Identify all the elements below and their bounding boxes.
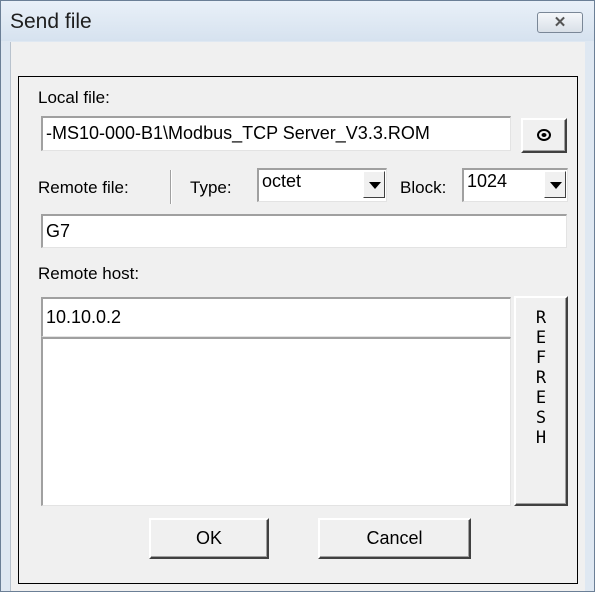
cancel-button-label: Cancel — [366, 528, 423, 548]
close-button[interactable]: ✕ — [537, 12, 583, 33]
block-label: Block: — [400, 178, 447, 197]
cancel-button[interactable]: Cancel — [318, 518, 471, 559]
remote-file-label: Remote file: — [38, 178, 129, 197]
type-select[interactable]: octet — [257, 168, 387, 202]
separator — [170, 170, 172, 204]
title-bar[interactable]: Send file ✕ — [1, 1, 594, 41]
browse-button[interactable] — [521, 118, 567, 153]
remote-host-label: Remote host: — [38, 264, 140, 283]
block-select-value: 1024 — [467, 171, 508, 191]
chevron-down-icon — [369, 182, 381, 189]
block-select[interactable]: 1024 — [462, 168, 568, 202]
local-file-label: Local file: — [38, 88, 110, 107]
type-label: Type: — [190, 178, 232, 197]
type-select-value: octet — [262, 171, 302, 191]
local-file-input[interactable]: -MS10-000-B1\Modbus_TCP Server_V3.3.ROM — [41, 116, 511, 151]
window-title: Send file — [10, 10, 92, 33]
ok-button[interactable]: OK — [149, 518, 269, 559]
refresh-label: REFRESH — [535, 308, 547, 448]
chevron-down-icon — [550, 182, 562, 189]
ok-button-label: OK — [195, 528, 222, 548]
type-dropdown-button[interactable] — [363, 171, 385, 198]
remote-host-input[interactable]: 10.10.0.2 — [41, 297, 511, 337]
close-icon: ✕ — [553, 14, 567, 31]
remote-host-list[interactable] — [41, 337, 511, 506]
remote-file-input[interactable]: G7 — [41, 214, 567, 248]
block-dropdown-button[interactable] — [544, 171, 566, 198]
refresh-button[interactable]: REFRESH — [514, 296, 568, 506]
browse-icon — [537, 129, 551, 141]
